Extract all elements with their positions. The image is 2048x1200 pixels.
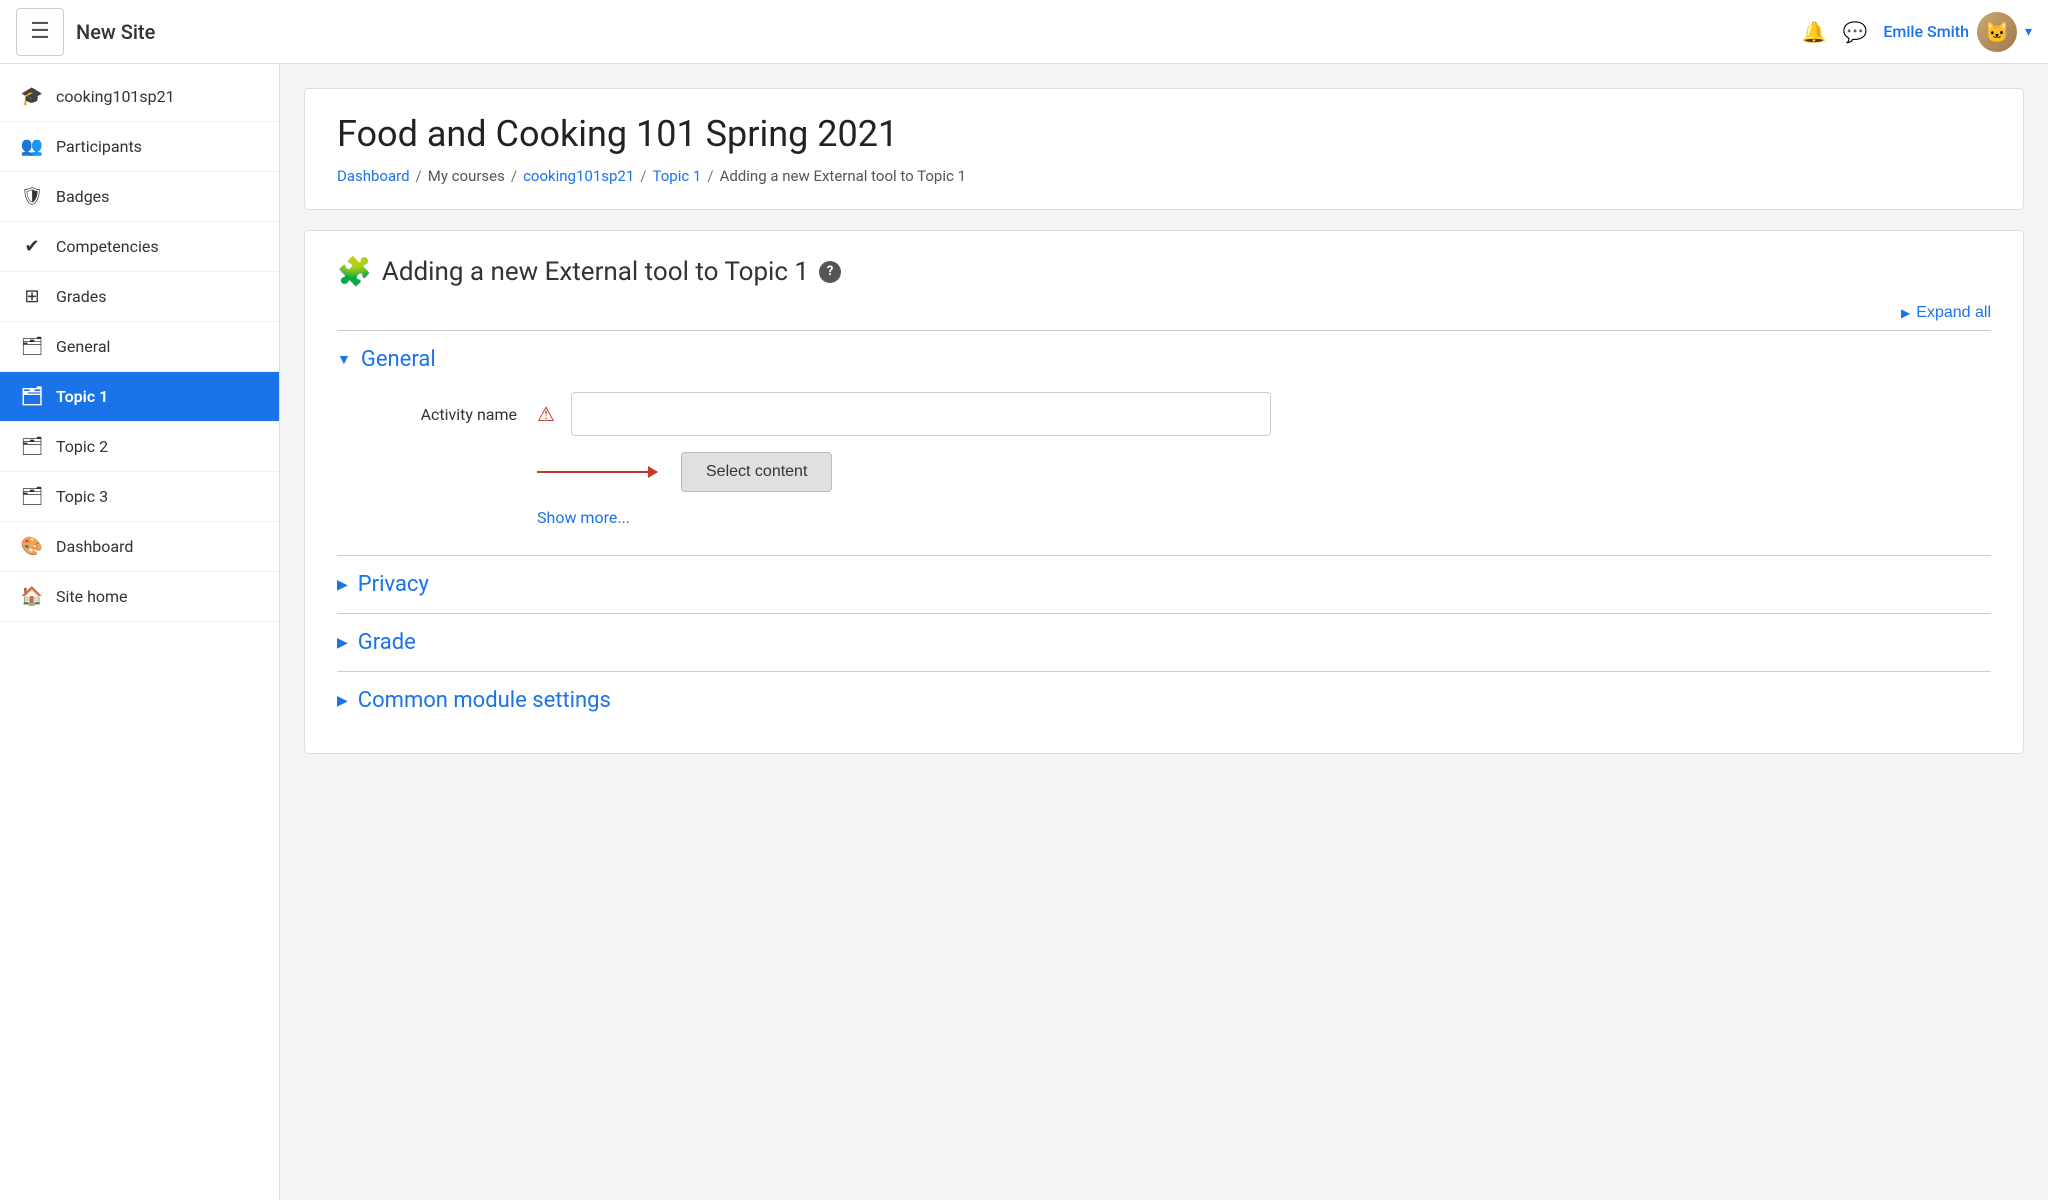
folder-icon-general: 🗂	[20, 336, 44, 357]
select-content-row: Select content	[337, 452, 1991, 492]
activity-name-label: Activity name	[337, 405, 517, 424]
folder-icon-topic3: 🗂	[20, 486, 44, 507]
breadcrumb: Dashboard / My courses / cooking101sp21 …	[337, 167, 1991, 185]
sidebar-item-dashboard[interactable]: 🎨 Dashboard	[0, 522, 279, 572]
sidebar-label-general: General	[56, 337, 110, 356]
section-common-module: ▶ Common module settings	[337, 671, 1991, 729]
expand-all-triangle-icon: ▶	[1901, 306, 1910, 320]
sidebar-item-sitehome[interactable]: 🏠 Site home	[0, 572, 279, 622]
page-title: Food and Cooking 101 Spring 2021	[337, 113, 1991, 155]
section-general-title: General	[361, 347, 436, 372]
puzzle-icon: 🧩	[337, 255, 372, 288]
sidebar-label-dashboard: Dashboard	[56, 537, 133, 556]
show-more-link[interactable]: Show more...	[337, 508, 1991, 527]
sidebar-item-cooking101sp21[interactable]: 🎓 cooking101sp21	[0, 72, 279, 122]
sidebar-item-topic3[interactable]: 🗂 Topic 3	[0, 472, 279, 522]
section-general-header[interactable]: ▼ General	[337, 343, 1991, 376]
section-common-module-toggle-icon: ▶	[337, 693, 348, 709]
sidebar-item-grades[interactable]: ⊞ Grades	[0, 272, 279, 322]
arrow-line	[537, 471, 657, 473]
section-grade-title: Grade	[358, 630, 416, 655]
user-menu[interactable]: Emile Smith 🐱 ▾	[1883, 12, 2032, 52]
notifications-icon[interactable]: 🔔	[1802, 20, 1827, 44]
section-grade-header[interactable]: ▶ Grade	[337, 626, 1991, 659]
home-icon: 🏠	[20, 586, 44, 607]
layout: 🎓 cooking101sp21 👥 Participants 🛡 Badges…	[0, 64, 2048, 1200]
folder-icon-topic1: 🗂	[20, 386, 44, 407]
breadcrumb-sep-3: /	[640, 167, 646, 185]
sidebar-item-general[interactable]: 🗂 General	[0, 322, 279, 372]
header: ☰ New Site 🔔 💬 Emile Smith 🐱 ▾	[0, 0, 2048, 64]
section-privacy-title: Privacy	[358, 572, 429, 597]
sidebar-item-badges[interactable]: 🛡 Badges	[0, 172, 279, 222]
sidebar-item-topic1[interactable]: 🗂 Topic 1	[0, 372, 279, 422]
select-content-button[interactable]: Select content	[681, 452, 832, 492]
hamburger-button[interactable]: ☰	[16, 8, 64, 56]
expand-all-label: Expand all	[1916, 304, 1991, 322]
folder-icon-topic2: 🗂	[20, 436, 44, 457]
avatar: 🐱	[1977, 12, 2017, 52]
breadcrumb-sep-4: /	[707, 167, 713, 185]
activity-name-input[interactable]	[571, 392, 1271, 436]
shield-icon: 🛡	[20, 186, 44, 207]
sidebar-label-topic2: Topic 2	[56, 437, 108, 456]
breadcrumb-topic1[interactable]: Topic 1	[653, 167, 702, 185]
sidebar-label-participants: Participants	[56, 137, 142, 156]
graduation-icon: 🎓	[20, 86, 44, 107]
sidebar-label-grades: Grades	[56, 287, 106, 306]
messages-icon[interactable]: 💬	[1842, 20, 1867, 44]
section-common-module-title: Common module settings	[358, 688, 611, 713]
form-title-text: Adding a new External tool to Topic 1	[382, 257, 809, 287]
sidebar-item-competencies[interactable]: ✔ Competencies	[0, 222, 279, 272]
section-privacy-toggle-icon: ▶	[337, 577, 348, 593]
section-general-toggle-icon: ▼	[337, 351, 351, 368]
required-icon: ⚠	[537, 402, 555, 426]
grid-icon: ⊞	[20, 286, 44, 307]
section-common-module-header[interactable]: ▶ Common module settings	[337, 684, 1991, 717]
sidebar-label-cooking101sp21: cooking101sp21	[56, 87, 175, 106]
section-general: ▼ General Activity name ⚠ Select content	[337, 330, 1991, 555]
form-title: 🧩 Adding a new External tool to Topic 1 …	[337, 255, 1991, 288]
checkmark-icon: ✔	[20, 236, 44, 257]
user-dropdown-arrow: ▾	[2025, 24, 2032, 40]
activity-name-row: Activity name ⚠	[337, 392, 1991, 436]
section-grade-toggle-icon: ▶	[337, 635, 348, 651]
sidebar-label-badges: Badges	[56, 187, 109, 206]
sidebar-item-participants[interactable]: 👥 Participants	[0, 122, 279, 172]
section-grade: ▶ Grade	[337, 613, 1991, 671]
sidebar-label-competencies: Competencies	[56, 237, 159, 256]
expand-all-button[interactable]: ▶ Expand all	[1901, 304, 1991, 322]
breadcrumb-cooking101sp21[interactable]: cooking101sp21	[523, 167, 634, 185]
section-privacy: ▶ Privacy	[337, 555, 1991, 613]
breadcrumb-sep-2: /	[511, 167, 517, 185]
header-right: 🔔 💬 Emile Smith 🐱 ▾	[1802, 12, 2032, 52]
hamburger-icon: ☰	[30, 19, 50, 44]
sidebar-label-sitehome: Site home	[56, 587, 128, 606]
main-content: Food and Cooking 101 Spring 2021 Dashboa…	[280, 64, 2048, 1200]
username: Emile Smith	[1883, 22, 1969, 41]
participants-icon: 👥	[20, 136, 44, 157]
sidebar-label-topic1: Topic 1	[56, 387, 108, 406]
form-card: 🧩 Adding a new External tool to Topic 1 …	[304, 230, 2024, 754]
breadcrumb-mycourses: My courses	[428, 167, 505, 185]
breadcrumb-current: Adding a new External tool to Topic 1	[720, 167, 966, 185]
help-icon[interactable]: ?	[819, 261, 841, 283]
sidebar: 🎓 cooking101sp21 👥 Participants 🛡 Badges…	[0, 64, 280, 1200]
site-title: New Site	[76, 20, 1802, 44]
sidebar-label-topic3: Topic 3	[56, 487, 108, 506]
breadcrumb-card: Food and Cooking 101 Spring 2021 Dashboa…	[304, 88, 2024, 210]
sidebar-item-topic2[interactable]: 🗂 Topic 2	[0, 422, 279, 472]
breadcrumb-sep-1: /	[416, 167, 422, 185]
palette-icon: 🎨	[20, 536, 44, 557]
general-form-fields: Activity name ⚠ Select content Show more…	[337, 376, 1991, 543]
section-privacy-header[interactable]: ▶ Privacy	[337, 568, 1991, 601]
arrow-indicator	[537, 471, 657, 473]
breadcrumb-dashboard[interactable]: Dashboard	[337, 167, 410, 185]
expand-all-row: ▶ Expand all	[337, 304, 1991, 322]
